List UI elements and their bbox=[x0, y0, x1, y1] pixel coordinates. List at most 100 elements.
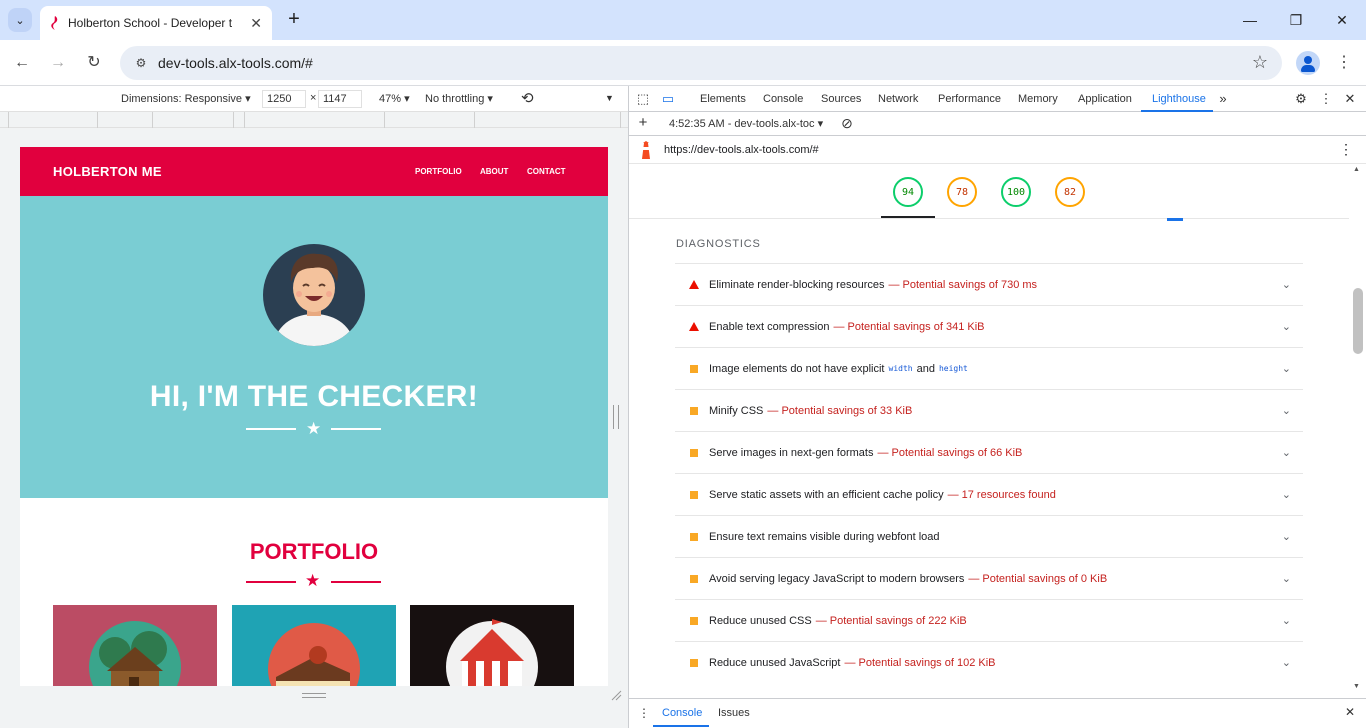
address-url[interactable]: dev-tools.alx-tools.com/# bbox=[158, 55, 313, 71]
site-settings-icon[interactable]: ⚙ bbox=[130, 52, 152, 74]
audit-row[interactable]: Reduce unused JavaScript — Potential savi… bbox=[675, 641, 1303, 683]
browser-menu-icon[interactable]: ⋮ bbox=[1334, 51, 1354, 75]
audit-row[interactable]: Image elements do not have explicit width… bbox=[675, 347, 1303, 389]
audit-row[interactable]: Serve static assets with an efficient ca… bbox=[675, 473, 1303, 515]
tab-lighthouse[interactable]: Lighthouse bbox=[1152, 93, 1206, 105]
add-report-icon[interactable]: + bbox=[635, 115, 651, 131]
new-tab-button[interactable]: + bbox=[282, 8, 306, 32]
tab-sources[interactable]: Sources bbox=[821, 93, 861, 105]
throttling-dropdown[interactable]: No throttling ▾ bbox=[425, 92, 493, 105]
warning-square-icon bbox=[687, 490, 701, 499]
tab-network[interactable]: Network bbox=[878, 93, 918, 105]
site-brand[interactable]: HOLBERTON ME bbox=[53, 164, 162, 179]
audit-savings: — Potential savings of 66 KiB bbox=[877, 446, 1023, 459]
score-gauge-performance[interactable]: 94 bbox=[893, 177, 923, 207]
forward-button[interactable]: → bbox=[46, 51, 70, 75]
expand-chevron-icon[interactable]: ⌄ bbox=[1282, 446, 1291, 459]
audit-row[interactable]: Eliminate render-blocking resources — Pot… bbox=[675, 263, 1303, 305]
expand-chevron-icon[interactable]: ⌄ bbox=[1282, 614, 1291, 627]
tab-elements[interactable]: Elements bbox=[700, 93, 746, 105]
portfolio-card-cake[interactable] bbox=[232, 605, 396, 686]
expand-chevron-icon[interactable]: ⌄ bbox=[1282, 362, 1291, 375]
score-gauge-accessibility[interactable]: 78 bbox=[947, 177, 977, 207]
audit-savings: — Potential savings of 222 KiB bbox=[815, 614, 967, 627]
inspect-element-icon[interactable]: ⬚ bbox=[635, 91, 651, 107]
minimize-button[interactable]: — bbox=[1238, 8, 1262, 32]
media-query-ruler[interactable] bbox=[0, 112, 628, 128]
holberton-favicon-icon bbox=[50, 16, 60, 30]
avatar bbox=[263, 244, 365, 346]
nav-contact-link[interactable]: CONTACT bbox=[527, 167, 566, 176]
nav-portfolio-link[interactable]: PORTFOLIO bbox=[415, 167, 462, 176]
width-input[interactable]: 1250 bbox=[262, 90, 306, 108]
height-input[interactable]: 1147 bbox=[318, 90, 362, 108]
fail-triangle-icon bbox=[687, 280, 701, 289]
score-gauge-seo[interactable]: 82 bbox=[1055, 177, 1085, 207]
hero-title: HI, I'M THE CHECKER! bbox=[149, 380, 479, 413]
portfolio-card-circus[interactable] bbox=[410, 605, 574, 686]
score-value: 82 bbox=[1063, 186, 1077, 198]
report-menu-icon[interactable]: ⋮ bbox=[1339, 141, 1353, 158]
device-options-icon[interactable]: ▼ bbox=[605, 93, 614, 103]
clear-reports-icon[interactable]: ⊘ bbox=[839, 115, 855, 131]
close-window-button[interactable]: ✕ bbox=[1330, 8, 1354, 32]
expand-chevron-icon[interactable]: ⌄ bbox=[1282, 530, 1291, 543]
audit-row[interactable]: Enable text compression — Potential savin… bbox=[675, 305, 1303, 347]
audit-row[interactable]: Reduce unused CSS — Potential savings of … bbox=[675, 599, 1303, 641]
score-gauge-best-practices[interactable]: 100 bbox=[1001, 177, 1031, 207]
scroll-marker bbox=[1167, 218, 1183, 221]
expand-chevron-icon[interactable]: ⌄ bbox=[1282, 320, 1291, 333]
drawer-tab-console[interactable]: Console bbox=[662, 707, 702, 719]
portfolio-card-cabin[interactable] bbox=[53, 605, 217, 686]
audit-row[interactable]: Avoid serving legacy JavaScript to moder… bbox=[675, 557, 1303, 599]
device-toolbar-icon[interactable]: ▭ bbox=[660, 91, 676, 107]
scrollbar-thumb[interactable] bbox=[1353, 288, 1363, 354]
nav-about-link[interactable]: ABOUT bbox=[480, 167, 508, 176]
audit-row[interactable]: Minify CSS — Potential savings of 33 KiB ⌄ bbox=[675, 389, 1303, 431]
audit-code-width: width bbox=[888, 364, 913, 373]
profile-avatar[interactable] bbox=[1296, 51, 1320, 75]
close-devtools-icon[interactable]: ✕ bbox=[1342, 91, 1358, 107]
portfolio-title: PORTFOLIO bbox=[249, 539, 379, 564]
viewport-corner-resize-handle[interactable] bbox=[610, 689, 622, 701]
tab-console[interactable]: Console bbox=[763, 93, 803, 105]
devtools-panel: ⬚ ▭ Elements Console Sources Network Per… bbox=[628, 86, 1366, 728]
tab-close-icon[interactable]: ✕ bbox=[250, 15, 262, 32]
drawer-menu-icon[interactable]: ⋮ bbox=[638, 706, 650, 720]
back-button[interactable]: ← bbox=[10, 51, 34, 75]
reload-button[interactable]: ↻ bbox=[82, 51, 106, 75]
report-scrollbar[interactable]: ▲ ▼ bbox=[1349, 164, 1366, 694]
audit-row[interactable]: Ensure text remains visible during webfo… bbox=[675, 515, 1303, 557]
zoom-dropdown[interactable]: 47% ▾ bbox=[379, 92, 410, 105]
audit-title: Reduce unused JavaScript bbox=[709, 656, 841, 669]
more-tabs-icon[interactable]: » bbox=[1215, 91, 1231, 107]
audit-title: Eliminate render-blocking resources bbox=[709, 278, 885, 291]
devtools-menu-icon[interactable]: ⋮ bbox=[1318, 91, 1334, 107]
tab-search-button[interactable]: ⌄ bbox=[8, 8, 32, 32]
diagnostics-heading: DIAGNOSTICS bbox=[676, 238, 761, 250]
browser-tab[interactable]: Holberton School - Developer t ✕ bbox=[40, 6, 272, 40]
dimensions-dropdown[interactable]: Dimensions: Responsive ▾ bbox=[121, 92, 251, 105]
audit-row[interactable]: Serve images in next-gen formats — Potent… bbox=[675, 431, 1303, 473]
viewport-resize-handle[interactable] bbox=[20, 686, 608, 704]
report-selector[interactable]: 4:52:35 AM - dev-tools.alx-toc ▾ bbox=[669, 117, 823, 130]
tab-application[interactable]: Application bbox=[1078, 93, 1132, 105]
tab-memory[interactable]: Memory bbox=[1018, 93, 1058, 105]
drawer-tab-issues[interactable]: Issues bbox=[718, 707, 750, 719]
score-value: 100 bbox=[1006, 186, 1026, 198]
expand-chevron-icon[interactable]: ⌄ bbox=[1282, 278, 1291, 291]
restore-button[interactable]: ❐ bbox=[1284, 8, 1308, 32]
settings-gear-icon[interactable]: ⚙ bbox=[1293, 91, 1309, 107]
hero-section: HI, I'M THE CHECKER! ★ bbox=[20, 196, 608, 498]
bookmark-star-icon[interactable]: ☆ bbox=[1252, 52, 1268, 73]
address-bar[interactable]: ⚙ dev-tools.alx-tools.com/# ☆ bbox=[120, 46, 1282, 80]
expand-chevron-icon[interactable]: ⌄ bbox=[1282, 572, 1291, 585]
rotate-icon[interactable]: ⟲ bbox=[521, 89, 534, 107]
star-icon: ★ bbox=[305, 571, 321, 590]
viewport-side-resize-handle[interactable] bbox=[613, 405, 619, 429]
expand-chevron-icon[interactable]: ⌄ bbox=[1282, 404, 1291, 417]
expand-chevron-icon[interactable]: ⌄ bbox=[1282, 488, 1291, 501]
expand-chevron-icon[interactable]: ⌄ bbox=[1282, 656, 1291, 669]
close-drawer-icon[interactable]: ✕ bbox=[1345, 705, 1355, 719]
tab-performance[interactable]: Performance bbox=[938, 93, 1001, 105]
